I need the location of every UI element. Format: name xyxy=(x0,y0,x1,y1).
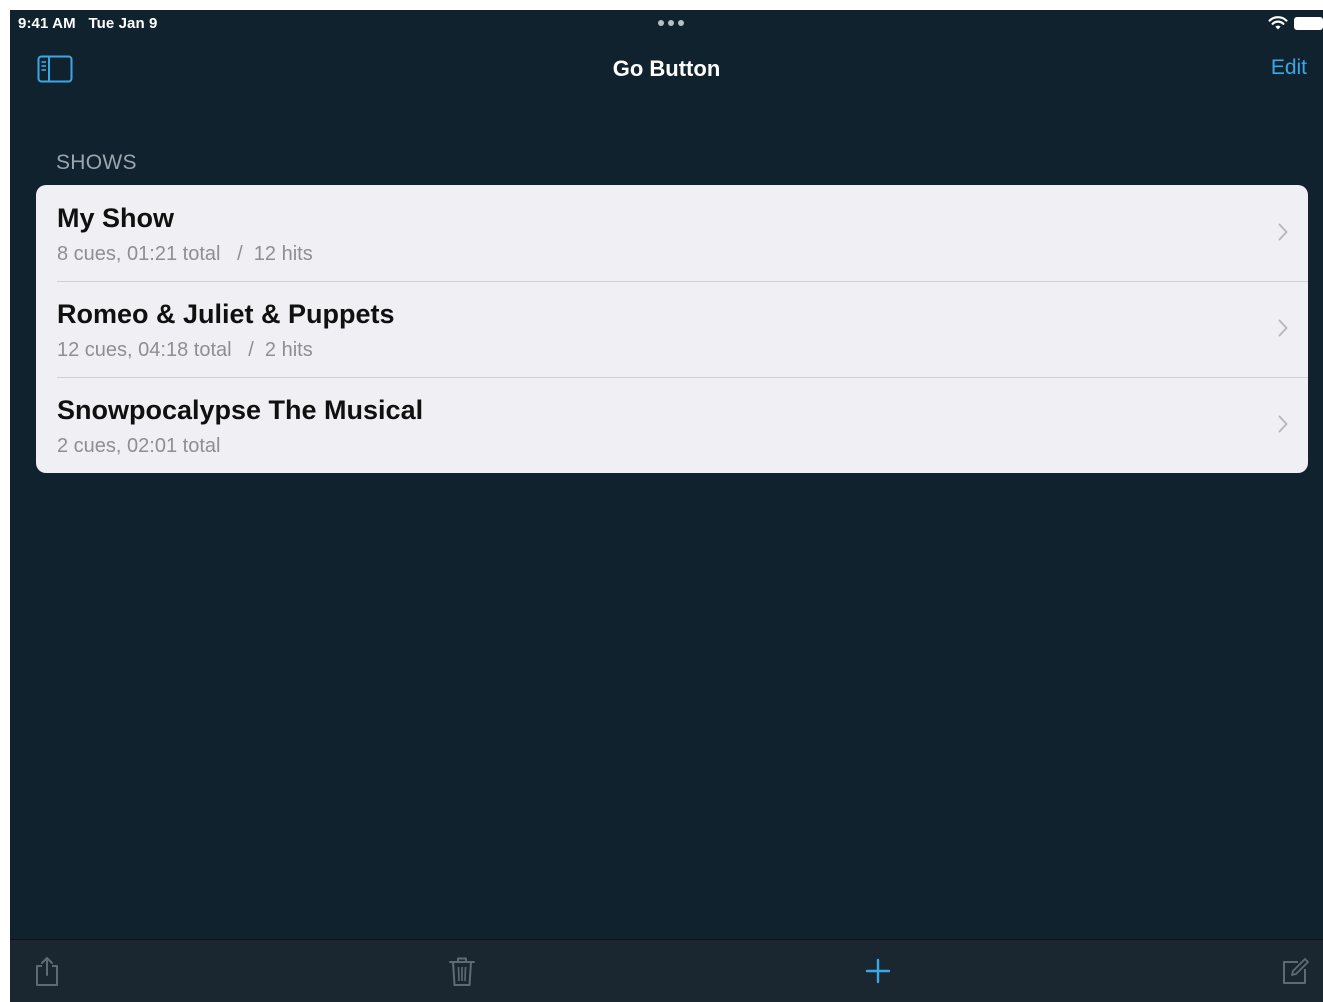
status-bar: 9:41 AM Tue Jan 9 xyxy=(10,10,1323,38)
show-subtitle: 12 cues, 04:18 total / 2 hits xyxy=(57,339,313,361)
bottom-toolbar xyxy=(10,939,1323,1002)
trash-icon[interactable] xyxy=(447,955,477,987)
show-row-snowpocalypse[interactable]: Snowpocalypse The Musical 2 cues, 02:01 … xyxy=(36,377,1308,473)
app-screen: 9:41 AM Tue Jan 9 Go Button Edit SHOWS M… xyxy=(10,10,1323,1002)
status-date: Tue Jan 9 xyxy=(88,15,158,32)
show-title: Romeo & Juliet & Puppets xyxy=(57,299,395,329)
multitasking-handle[interactable] xyxy=(658,20,684,26)
show-row-romeo-juliet-puppets[interactable]: Romeo & Juliet & Puppets 12 cues, 04:18 … xyxy=(36,281,1308,377)
show-subtitle: 2 cues, 02:01 total xyxy=(57,435,221,457)
edit-button[interactable]: Edit xyxy=(1271,56,1307,80)
section-header-shows: SHOWS xyxy=(56,151,137,174)
show-title: My Show xyxy=(57,203,175,233)
status-clock: 9:41 AM xyxy=(18,15,76,32)
wifi-icon xyxy=(1268,16,1288,30)
share-icon[interactable] xyxy=(32,955,62,987)
chevron-right-icon xyxy=(1278,415,1288,433)
plus-icon[interactable] xyxy=(863,955,893,987)
page-title: Go Button xyxy=(612,56,721,81)
compose-icon[interactable] xyxy=(1280,955,1310,987)
show-row-my-show[interactable]: My Show 8 cues, 01:21 total / 12 hits xyxy=(36,185,1308,281)
status-time: 9:41 AM Tue Jan 9 xyxy=(18,15,157,32)
chevron-right-icon xyxy=(1278,319,1288,337)
shows-table: My Show 8 cues, 01:21 total / 12 hits Ro… xyxy=(36,185,1308,473)
navigation-bar: Go Button Edit xyxy=(10,38,1323,100)
show-title: Snowpocalypse The Musical xyxy=(57,395,424,425)
chevron-right-icon xyxy=(1278,223,1288,241)
show-subtitle: 8 cues, 01:21 total / 12 hits xyxy=(57,243,313,265)
battery-icon xyxy=(1294,17,1323,30)
